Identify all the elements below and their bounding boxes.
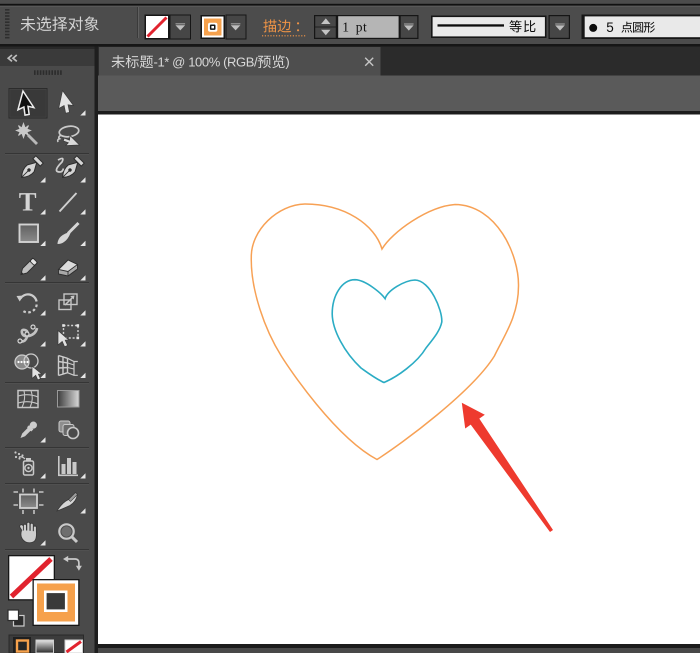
svg-text:pt: pt <box>356 20 368 35</box>
svg-text:1: 1 <box>342 20 349 35</box>
svg-text:): ) <box>285 55 289 70</box>
svg-text:-1* @ 100% (RGB/: -1* @ 100% (RGB/ <box>154 55 259 70</box>
svg-text:5: 5 <box>606 20 614 35</box>
